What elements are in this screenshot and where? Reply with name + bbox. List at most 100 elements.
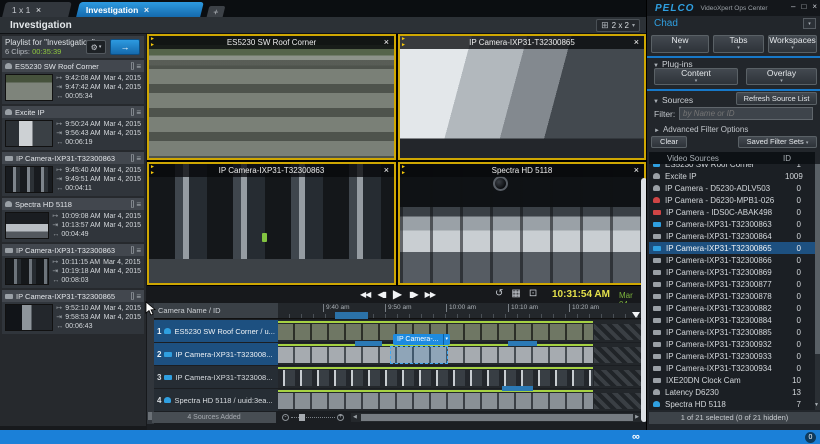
close-icon[interactable]: × [634,36,639,49]
timeline-row-strip[interactable] [278,343,646,365]
timeline-name-header[interactable]: Camera Name / ID [154,303,278,319]
menu-icon[interactable]: ≡ [136,292,141,301]
timeline-row[interactable]: 4 Spectra HD 5118 / uuid:3ea... [154,389,646,411]
tab-close-icon[interactable]: × [144,5,149,15]
menu-icon[interactable]: ≡ [136,62,141,71]
expand-icon[interactable]: [ ] [130,109,133,116]
thumbnails-icon[interactable]: ▦ [511,288,520,299]
close-icon[interactable]: × [634,164,639,177]
timeline-row[interactable]: 3 IP Camera-IXP31-T323008... [154,366,646,388]
video-tile-1[interactable]: ►► ES5230 SW Roof Corner × [147,34,396,160]
advanced-filter-options[interactable]: ►Advanced Filter Options [654,125,748,134]
rewind-button[interactable]: ◀◀ [360,290,370,299]
export-playlist-button[interactable]: → [110,39,140,55]
tab-close-icon[interactable]: × [36,5,41,15]
user-menu-button[interactable]: ▾ [803,18,816,29]
clear-button[interactable]: Clear [651,136,687,148]
export-clip-icon[interactable]: ⊡ [529,288,537,299]
source-row[interactable]: IP Camera-IXP31-T32300932 0 [649,338,815,350]
source-row[interactable]: IP Camera-IXP31-T32300877 0 [649,278,815,290]
tile-title-bar[interactable]: ►► ES5230 SW Roof Corner × [149,36,394,49]
step-forward-button[interactable]: ▮▶ [409,290,418,299]
clip-range-bar[interactable] [355,341,382,346]
link-icon[interactable]: ∞ [632,430,640,444]
timeline-row-strip[interactable] [278,320,646,342]
clip-thumbnail[interactable] [5,258,49,285]
close-icon[interactable]: × [384,164,389,177]
source-list-scrollbar[interactable]: ▼ [815,164,820,410]
timeline-zoom-slider[interactable]: - + [282,412,344,423]
playlist-settings-button[interactable]: ⚙ ▾ [86,40,106,54]
refresh-source-list-button[interactable]: Refresh Source List [736,92,817,105]
source-row[interactable]: IP Camera - D5230-ADLV503 0 [649,182,815,194]
playlist-clip-card[interactable]: IP Camera-IXP31-T32300863 [ ] ≡ ↦10:11:1… [2,244,144,288]
zoom-in-icon[interactable]: + [337,414,344,421]
tile-title-bar[interactable]: ►► IP Camera-IXP31-T32300865 × [400,36,644,49]
source-row[interactable]: Excite IP 1009 [649,170,815,182]
sync-playback-icon[interactable]: ↺ [495,288,503,299]
sources-section-header[interactable]: ▼Sources [653,95,693,105]
source-row[interactable]: Latency D6230 13 [649,386,815,398]
tab-1x1[interactable]: 1 x 1 × [2,2,72,17]
menu-icon[interactable]: ≡ [136,154,141,163]
scroll-left-icon[interactable]: ◀ [353,414,357,421]
expand-icon[interactable]: [ ] [130,63,133,70]
source-row[interactable]: IP Camera-IXP31-T32300866 0 [649,254,815,266]
zoom-handle[interactable] [299,414,305,421]
source-row[interactable]: IP Camera-IXP31-T32300863 0 [649,218,815,230]
minimize-icon[interactable]: – [791,2,795,11]
source-row[interactable]: IXE20DN Clock Cam 10 [649,374,815,386]
menu-icon[interactable]: ≡ [136,200,141,209]
video-tile-3[interactable]: ►► IP Camera-IXP31-T32300863 × [147,162,396,285]
expand-icon[interactable]: [ ] [130,155,133,162]
new-button[interactable]: New▾ [651,35,709,53]
clip-range-bar[interactable] [508,341,537,346]
clip-range-bar[interactable] [502,386,533,391]
zoom-out-icon[interactable]: - [282,414,289,421]
menu-icon[interactable]: ≡ [136,108,141,117]
tab-investigation[interactable]: Investigation × [76,2,204,17]
ruler-selection[interactable] [335,312,368,319]
play-button[interactable]: ▶ [393,287,402,301]
step-back-button[interactable]: ◀▮ [377,290,386,299]
menu-icon[interactable]: ≡ [136,246,141,255]
new-tab-button[interactable]: + [207,6,226,17]
saved-filter-sets-dropdown[interactable]: Saved Filter Sets ▾ [738,136,817,148]
tile-title-bar[interactable]: ►► IP Camera-IXP31-T32300863 × [149,164,394,177]
playlist-clip-card[interactable]: IP Camera-IXP31-T32300863 [ ] ≡ ↦9:45:40… [2,152,144,196]
workspaces-button[interactable]: Workspaces▾ [768,35,817,53]
scroll-right-icon[interactable]: ▶ [635,414,639,421]
playlist-clip-card[interactable]: IP Camera-IXP31-T32300865 [ ] ≡ ↦9:52:10… [2,290,144,334]
scrollbar-thumb[interactable] [361,414,633,421]
clip-thumbnail[interactable] [5,212,49,239]
timeline-row-strip[interactable] [278,389,646,411]
source-row[interactable]: IP Camera-IXP31-T32300882 0 [649,302,815,314]
filter-input[interactable] [679,107,813,120]
zoom-track[interactable] [291,417,335,418]
tile-title-bar[interactable]: ►► Spectra HD 5118 × [400,164,644,177]
timeline-row-label[interactable]: 1 ES5230 SW Roof Corner / u... [154,320,278,342]
layout-selector[interactable]: ⊞ 2 x 2 ▾ [596,19,640,32]
scroll-down-icon[interactable]: ▼ [814,402,819,408]
source-row[interactable]: IP Camera-IXP31-T32300864 0 [649,230,815,242]
source-row[interactable]: IP Camera - IDS0C-ABAK498 0 [649,206,815,218]
source-row[interactable]: IP Camera-IXP31-T32300878 0 [649,290,815,302]
notification-badge[interactable]: 0 [805,432,816,443]
clip-thumbnail[interactable] [5,120,53,147]
source-row[interactable]: Spectra HD 5118 7 [649,398,815,410]
source-row[interactable]: ES5230 SW Roof Corner 1 [649,164,815,170]
video-tile-4[interactable]: ►► Spectra HD 5118 × [398,162,646,285]
restore-icon[interactable]: □ [801,2,806,11]
playlist-clip-card[interactable]: Excite IP [ ] ≡ ↦9:50:24 AMMar 4, 2015 ⇥… [2,106,144,150]
timeline-ruler[interactable]: 9:40 am 9:50 am 10:00 am 10:10 am 10:20 … [278,303,646,319]
content-button[interactable]: Content▾ [654,68,738,85]
chevron-down-icon[interactable]: ▾ [443,334,451,345]
playlist-clip-card[interactable]: Spectra HD 5118 [ ] ≡ ↦10:09:08 AMMar 4,… [2,198,144,242]
tabs-button[interactable]: Tabs▾ [713,35,764,53]
source-row[interactable]: IP Camera - D6230-MPB1-026 0 [649,194,815,206]
video-tile-2[interactable]: ►► IP Camera-IXP31-T32300865 × [398,34,646,160]
timeline-row-label[interactable]: 4 Spectra HD 5118 / uuid:3ea... [154,389,278,411]
source-row[interactable]: IP Camera-IXP31-T32300885 0 [649,326,815,338]
timeline-row-strip[interactable] [278,366,646,388]
overlay-button[interactable]: Overlay▾ [746,68,817,85]
